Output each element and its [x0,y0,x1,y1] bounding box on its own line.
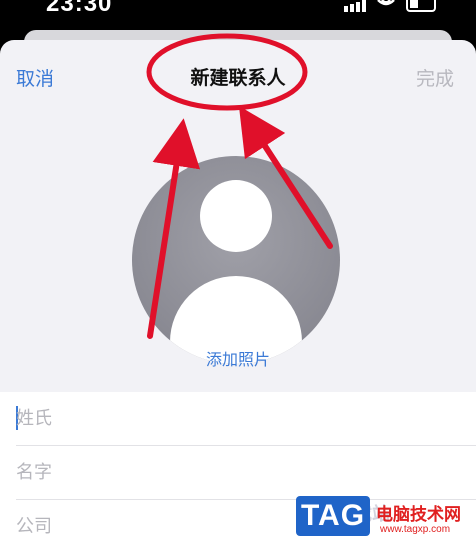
last-name-row [16,392,476,446]
watermark-site-name: 电脑技术网 [376,505,461,525]
navigation-bar: 取消 新建联系人 完成 [0,40,476,114]
last-name-input[interactable] [16,404,436,432]
first-name-input[interactable] [16,458,436,486]
done-button[interactable]: 完成 [416,64,454,91]
status-icons [344,0,436,14]
tag-logo: TAG [296,496,370,536]
add-photo-button[interactable]: 添加照片 [0,346,476,370]
status-time: 23:30 [46,0,113,17]
contact-avatar[interactable] [132,156,340,364]
new-contact-sheet: 取消 新建联系人 完成 添加照片 [0,40,476,536]
cellular-signal-icon [344,0,366,12]
battery-icon [406,0,436,12]
watermark-url: www.tagxp.com [380,524,451,535]
first-name-row [16,446,476,500]
wifi-icon [377,0,395,6]
page-title: 新建联系人 [190,67,286,89]
avatar-head-icon [200,180,272,252]
